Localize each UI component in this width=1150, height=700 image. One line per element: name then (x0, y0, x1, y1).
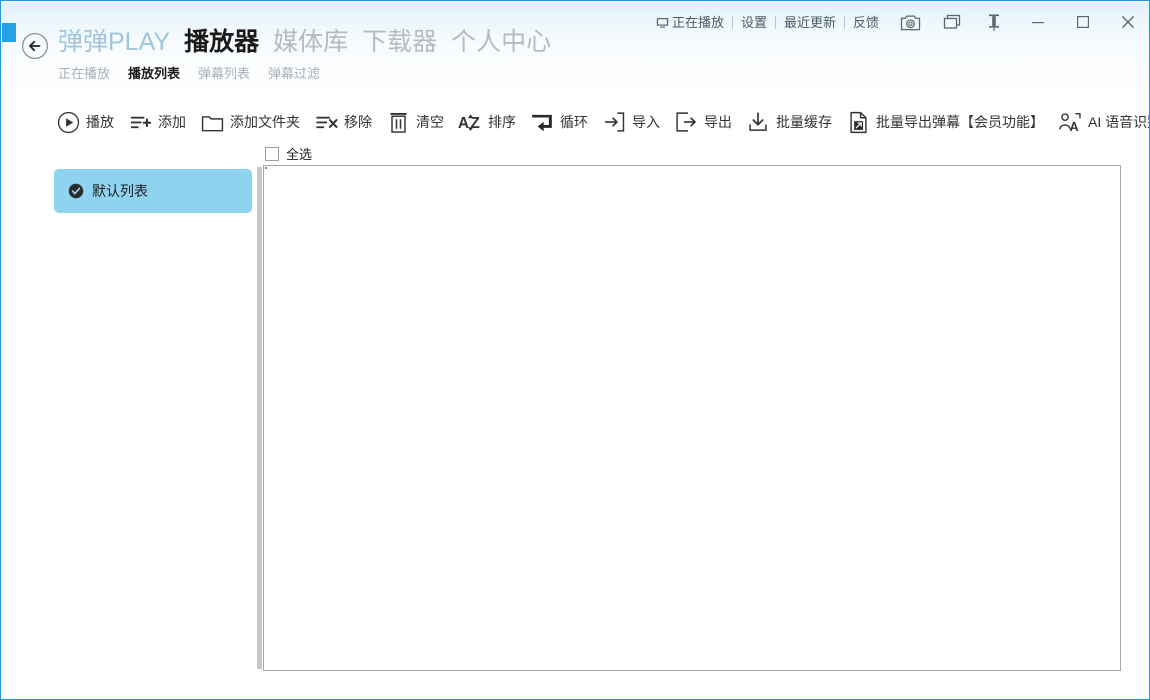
sidebar-item-default-list[interactable]: 默认列表 (54, 169, 252, 213)
playlist-list-panel[interactable] (263, 165, 1121, 671)
titlebar-menu-settings[interactable]: 设置 (733, 16, 775, 29)
loop-icon (530, 110, 554, 134)
toolbar-loop-button[interactable]: 循环 (530, 105, 596, 139)
toolbar-label: 循环 (560, 112, 588, 132)
nav-item-user-center[interactable]: 个人中心 (451, 29, 551, 57)
select-all-label: 全选 (286, 144, 312, 163)
subnav-item-playlist[interactable]: 播放列表 (128, 63, 180, 82)
monitor-icon (656, 16, 669, 29)
nav-item-downloader[interactable]: 下载器 (362, 29, 437, 57)
titlebar-menu-feedback[interactable]: 反馈 (845, 16, 887, 29)
title-bar-right-cluster: 正在播放 设置 最近更新 反馈 (646, 2, 1150, 42)
toolbar-sort-button[interactable]: A Z 排序 (458, 105, 524, 139)
download-icon (746, 110, 770, 134)
close-icon (1119, 13, 1137, 31)
folder-icon (200, 110, 224, 134)
toolbar-clear-button[interactable]: 清空 (386, 105, 452, 139)
playlist-sidebar: 默认列表 (54, 169, 252, 675)
subnav-item-danmaku-filter[interactable]: 弹幕过滤 (268, 63, 320, 82)
multi-window-button[interactable] (931, 2, 973, 42)
sidebar-item-label: 默认列表 (92, 181, 148, 201)
sort-az-icon: A Z (458, 110, 482, 134)
minimize-button[interactable] (1015, 2, 1060, 42)
toolbar-export-button[interactable]: 导出 (674, 105, 740, 139)
trash-icon (386, 110, 410, 134)
maximize-icon (1075, 14, 1091, 30)
list-remove-icon (314, 110, 338, 134)
sub-nav: 正在播放 播放列表 弹幕列表 弹幕过滤 (58, 63, 320, 82)
titlebar-menu-label: 反馈 (853, 16, 879, 29)
play-circle-icon (56, 110, 80, 134)
titlebar-menu-recent-updates[interactable]: 最近更新 (776, 16, 844, 29)
toolbar-import-button[interactable]: 导入 (602, 105, 668, 139)
toolbar-batch-cache-button[interactable]: 批量缓存 (746, 105, 840, 139)
nav-item-brand[interactable]: 弹弹PLAY (58, 29, 170, 57)
toolbar-label: 批量缓存 (776, 112, 832, 132)
toolbar-play-button[interactable]: 播放 (56, 105, 122, 139)
pin-icon (986, 13, 1002, 32)
toolbar-add-folder-button[interactable]: 添加文件夹 (200, 105, 308, 139)
toolbar-label: 导入 (632, 112, 660, 132)
ai-speech-icon: A (1058, 110, 1082, 134)
titlebar-menu-now-playing[interactable]: 正在播放 (648, 16, 732, 29)
titlebar-menu-label: 设置 (741, 16, 767, 29)
svg-text:A: A (458, 115, 469, 132)
toolbar-batch-export-danmaku-button[interactable]: 批量导出弹幕【会员功能】 (846, 105, 1052, 139)
nav-item-media-library[interactable]: 媒体库 (273, 29, 348, 57)
toolbar-label: AI 语音识别 (1088, 112, 1150, 132)
subnav-item-danmaku-list[interactable]: 弹幕列表 (198, 63, 250, 82)
screenshot-icon (900, 13, 921, 32)
check-circle-icon (68, 183, 84, 199)
maximize-button[interactable] (1060, 2, 1105, 42)
svg-text:A: A (1070, 119, 1079, 133)
back-button[interactable] (21, 32, 49, 60)
toolbar-label: 移除 (344, 112, 372, 132)
toolbar-label: 添加文件夹 (230, 112, 300, 132)
select-all-row[interactable]: 全选 (265, 144, 312, 163)
subnav-item-now-playing[interactable]: 正在播放 (58, 63, 110, 82)
pin-button[interactable] (973, 2, 1015, 42)
export-icon (674, 110, 698, 134)
select-all-checkbox[interactable] (265, 147, 279, 161)
list-add-icon (128, 110, 152, 134)
main-nav: 弹弹PLAY 播放器 媒体库 下载器 个人中心 (58, 29, 551, 57)
toolbar-label: 播放 (86, 112, 114, 132)
toolbar-label: 导出 (704, 112, 732, 132)
close-button[interactable] (1105, 2, 1150, 42)
file-export-icon (846, 110, 870, 134)
app-window: 正在播放 设置 最近更新 反馈 (0, 0, 1150, 700)
toolbar-remove-button[interactable]: 移除 (314, 105, 380, 139)
multi-window-icon (942, 13, 962, 31)
screenshot-button[interactable] (889, 2, 931, 42)
toolbar-label: 排序 (488, 112, 516, 132)
toolbar-add-button[interactable]: 添加 (128, 105, 194, 139)
titlebar-menu-label: 正在播放 (672, 16, 724, 29)
list-focus-marker (265, 167, 267, 169)
titlebar-menu-label: 最近更新 (784, 16, 836, 29)
import-icon (602, 110, 626, 134)
playlist-toolbar: 播放 添加 添加文件夹 (56, 105, 1150, 139)
nav-item-player[interactable]: 播放器 (184, 29, 259, 57)
toolbar-label: 批量导出弹幕【会员功能】 (876, 112, 1044, 132)
toolbar-ai-speech-button[interactable]: A AI 语音识别 (1058, 105, 1150, 139)
title-bar-menu: 正在播放 设置 最近更新 反馈 (646, 2, 889, 42)
window-controls (1015, 2, 1150, 42)
panel-splitter[interactable] (257, 167, 262, 669)
minimize-icon (1030, 14, 1046, 30)
toolbar-label: 添加 (158, 112, 186, 132)
title-bar-icon-buttons (889, 2, 1015, 42)
toolbar-label: 清空 (416, 112, 444, 132)
